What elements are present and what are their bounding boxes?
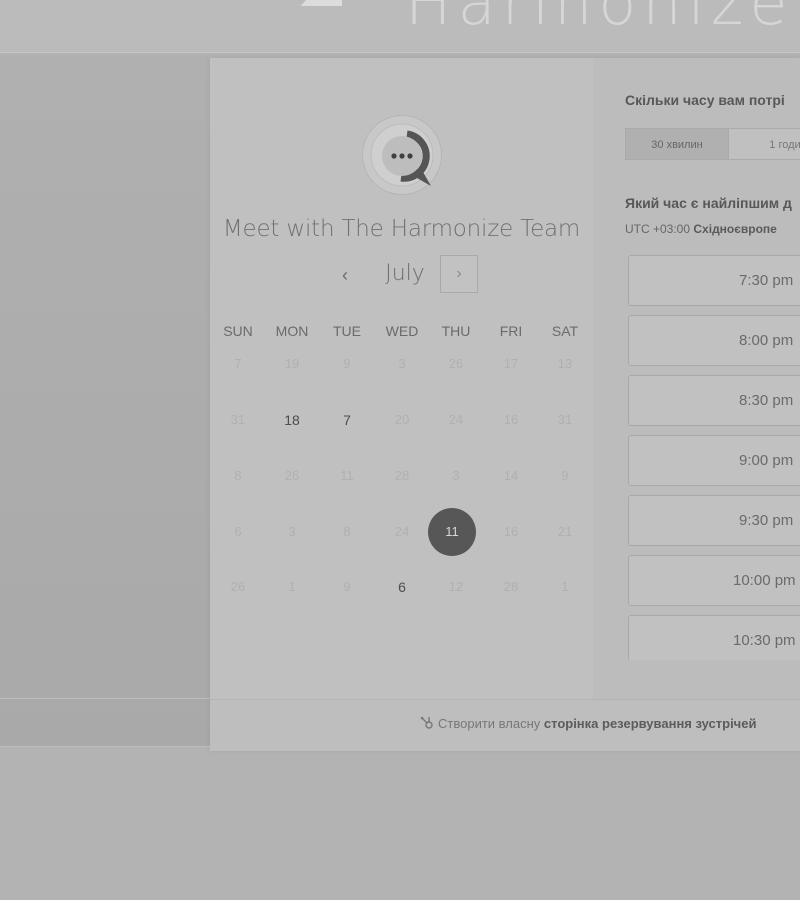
calendar-day: 8	[343, 524, 351, 539]
calendar-day: 31	[557, 412, 573, 427]
weekday-label: MON	[275, 323, 309, 339]
calendar-day: 3	[288, 524, 296, 539]
calendar-day: 14	[503, 468, 519, 483]
footer-prefix: Створити власну	[438, 716, 541, 731]
time-slot-button[interactable]: 9:00 pm	[628, 435, 800, 486]
calendar-day: 3	[452, 468, 460, 483]
calendar-week-row: 6 3 8 24 11 16 21	[210, 508, 593, 556]
time-selection-panel: Скільки часу вам потрі 30 хвилин 1 годин…	[593, 58, 800, 699]
calendar-day: 6	[234, 524, 242, 539]
calendar-day: 20	[394, 412, 410, 427]
calendar-day: 9	[343, 356, 351, 371]
calendar-week-row: 26 1 9 6 12 28 1	[210, 579, 593, 603]
calendar-day: 24	[394, 524, 410, 539]
calendar-day: 13	[557, 356, 573, 371]
calendar-day: 17	[503, 356, 519, 371]
time-slot-label: 10:30 pm	[733, 632, 796, 649]
time-slot-label: 7:30 pm	[739, 272, 794, 289]
calendar-day: 12	[448, 579, 464, 594]
create-booking-link[interactable]: Створити власну сторінка резервування зу…	[420, 716, 756, 731]
booking-card: Meet with The Harmonize Team ‹ July › SU…	[210, 58, 800, 751]
weekday-label: WED	[385, 323, 419, 339]
time-question: Який час є найліпшим д	[625, 195, 792, 211]
time-slot-button[interactable]: 8:30 pm	[628, 375, 800, 426]
chat-bubble-icon	[370, 123, 434, 187]
calendar-day: 3	[398, 356, 406, 371]
calendar-day-available[interactable]: 6	[374, 579, 430, 595]
time-slot-button[interactable]: 9:30 pm	[628, 495, 800, 546]
calendar-day: 19	[284, 356, 300, 371]
harmonize-logo-icon	[300, 0, 342, 6]
prev-month-button[interactable]: ‹	[330, 260, 360, 290]
time-slot-button[interactable]: 8:00 pm	[628, 315, 800, 366]
time-slot-label: 8:30 pm	[739, 392, 794, 409]
meeting-title: Meet with The Harmonize Team	[222, 216, 581, 242]
timezone-offset: UTC +03:00	[625, 222, 691, 236]
weekday-header: SUN MON TUE WED THU FRI SAT	[210, 323, 593, 347]
calendar-day: 8	[234, 468, 242, 483]
footer-link-text: сторінка резервування зустрічей	[543, 716, 757, 731]
calendar-day: 26	[284, 468, 300, 483]
calendar-day: 31	[230, 412, 246, 427]
calendar-day-available[interactable]: 18	[264, 412, 320, 428]
booking-page: Harmonize Meet with The Harmonize Team ‹…	[0, 0, 800, 900]
duration-option-30min[interactable]: 30 хвилин	[625, 128, 729, 160]
avatar	[362, 115, 442, 195]
calendar-day: 11	[340, 468, 354, 483]
weekday-label: THU	[441, 323, 471, 339]
time-slot-button[interactable]: 7:30 pm	[628, 255, 800, 306]
weekday-label: TUE	[333, 323, 361, 339]
calendar-day: 24	[448, 412, 464, 427]
weekday-label: SUN	[223, 323, 253, 339]
time-slot-label: 9:00 pm	[739, 452, 794, 469]
duration-question: Скільки часу вам потрі	[625, 92, 785, 108]
calendar-day-selected[interactable]: 11	[428, 508, 476, 556]
calendar-day-available[interactable]: 7	[319, 412, 375, 428]
calendar-week-row: 7 19 9 3 26 17 13	[210, 356, 593, 380]
time-slot-button[interactable]: 10:30 pm	[628, 615, 800, 660]
calendar-week-row: 31 18 7 20 24 16 31	[210, 412, 593, 436]
calendar-day: 26	[448, 356, 464, 371]
time-slot-list: 7:30 pm 8:00 pm 8:30 pm 9:00 pm 9:30 pm …	[628, 255, 800, 660]
calendar-day: 28	[503, 579, 519, 594]
footer: Створити власну сторінка резервування зу…	[210, 699, 800, 751]
harmonize-logo-text: Harmonize	[405, 0, 794, 39]
time-slot-label: 9:30 pm	[739, 512, 794, 529]
calendar-day: 16	[503, 412, 519, 427]
calendar-day: 16	[503, 524, 519, 539]
calendar-day: 9	[561, 468, 569, 483]
weekday-label: FRI	[499, 323, 523, 339]
calendar-day: 28	[394, 468, 410, 483]
calendar-day: 26	[230, 579, 246, 594]
time-slot-button[interactable]: 10:00 pm	[628, 555, 800, 606]
background-panel	[0, 56, 210, 747]
calendar-day: 9	[343, 579, 351, 594]
next-month-button[interactable]: ›	[440, 255, 478, 293]
weekday-label: SAT	[551, 323, 579, 339]
calendar-day: 1	[288, 579, 296, 594]
duration-tabs: 30 хвилин 1 годин	[625, 128, 800, 160]
duration-option-1hour[interactable]: 1 годин	[728, 128, 800, 160]
calendar-day: 1	[561, 579, 569, 594]
month-label: July	[385, 261, 425, 286]
time-slot-label: 10:00 pm	[733, 572, 796, 589]
month-navigation: ‹ July ›	[210, 255, 593, 296]
time-slot-label: 8:00 pm	[739, 332, 794, 349]
page-header: Harmonize	[0, 0, 800, 53]
timezone-name: Східноєвропе	[693, 222, 777, 236]
calendar-day: 7	[234, 356, 242, 371]
calendar-day: 21	[557, 524, 573, 539]
hubspot-sprocket-icon	[420, 716, 433, 729]
calendar-panel: Meet with The Harmonize Team ‹ July › SU…	[210, 58, 593, 699]
timezone-label[interactable]: UTC +03:00 Східноєвропе	[625, 222, 777, 236]
calendar-week-row: 8 26 11 28 3 14 9	[210, 468, 593, 492]
